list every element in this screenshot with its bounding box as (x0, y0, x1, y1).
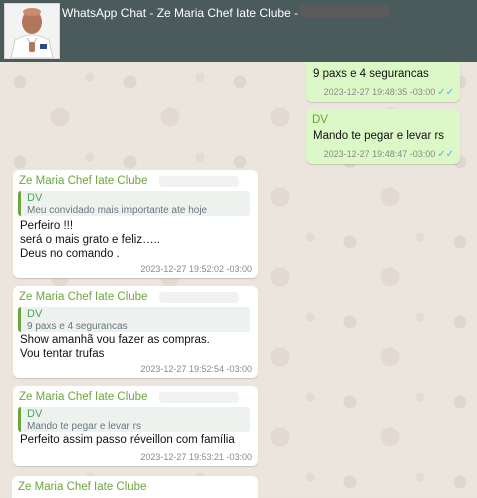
quoted-message[interactable]: DV Meu convidado mais importante ate hoj… (18, 191, 250, 216)
message-timestamp: 2023-12-27 19:52:54 -03:00 (140, 364, 252, 374)
quoted-text: 9 paxs e 4 segurancas (27, 321, 128, 332)
quoted-sender: DV (27, 408, 43, 420)
message-line: será o mais grato e feliz….. (20, 234, 160, 246)
quoted-text: Meu convidado mais importante ate hoje (27, 205, 208, 216)
message-sender: Ze Maria Chef Iate Clube (19, 291, 148, 303)
message-outgoing[interactable]: 9 paxs e 4 segurancas 2023-12-27 19:48:3… (306, 62, 460, 102)
chat-title: WhatsApp Chat - Ze Maria Chef Iate Clube… (62, 6, 299, 20)
chef-photo-icon (5, 4, 59, 58)
chat-header: WhatsApp Chat - Ze Maria Chef Iate Clube… (0, 0, 477, 62)
contact-avatar[interactable] (4, 3, 60, 59)
message-incoming-partial[interactable]: Ze Maria Chef Iate Clube (12, 476, 258, 498)
redacted-name-block (300, 5, 389, 18)
message-timestamp: 2023-12-27 19:52:02 -03:00 (140, 264, 252, 274)
redacted-sender-block (159, 392, 239, 403)
message-line: Deus no comando . (20, 248, 120, 260)
message-sender: Ze Maria Chef Iate Clube (19, 175, 148, 187)
quoted-sender: DV (27, 308, 43, 320)
message-sender: Ze Maria Chef Iate Clube (19, 391, 148, 403)
message-timestamp: 2023-12-27 19:48:35 -03:00 ✓✓ (323, 87, 454, 98)
message-line: Perfeito assim passo réveillon com famíl… (20, 434, 235, 446)
double-check-icon: ✓✓ (437, 149, 454, 160)
quoted-text: Mando te pegar e levar rs (27, 421, 141, 432)
double-check-icon: ✓✓ (437, 87, 454, 98)
quoted-sender: DV (27, 192, 43, 204)
quoted-message[interactable]: DV 9 paxs e 4 segurancas (18, 307, 250, 332)
message-sender: DV (312, 114, 328, 126)
message-text: Mando te pegar e levar rs (313, 130, 445, 142)
redacted-sender-block (159, 292, 239, 303)
message-line: Show amanhã vou fazer as compras. (20, 334, 210, 346)
message-line: Vou tentar trufas (20, 348, 105, 360)
message-timestamp: 2023-12-27 19:53:21 -03:00 (140, 452, 252, 462)
message-incoming[interactable]: Ze Maria Chef Iate Clube DV Mando te peg… (13, 386, 258, 466)
message-timestamp: 2023-12-27 19:48:47 -03:00 ✓✓ (323, 149, 454, 160)
message-sender: Ze Maria Chef Iate Clube (18, 481, 147, 493)
quoted-message[interactable]: DV Mando te pegar e levar rs (18, 407, 250, 432)
redacted-sender-block (159, 176, 239, 187)
message-line: Perfeiro !!! (20, 220, 74, 232)
message-incoming[interactable]: Ze Maria Chef Iate Clube DV Meu convidad… (13, 170, 258, 278)
message-incoming[interactable]: Ze Maria Chef Iate Clube DV 9 paxs e 4 s… (13, 286, 258, 378)
message-outgoing[interactable]: DV Mando te pegar e levar rs 2023-12-27 … (306, 109, 460, 164)
message-text: 9 paxs e 4 segurancas (313, 68, 429, 80)
